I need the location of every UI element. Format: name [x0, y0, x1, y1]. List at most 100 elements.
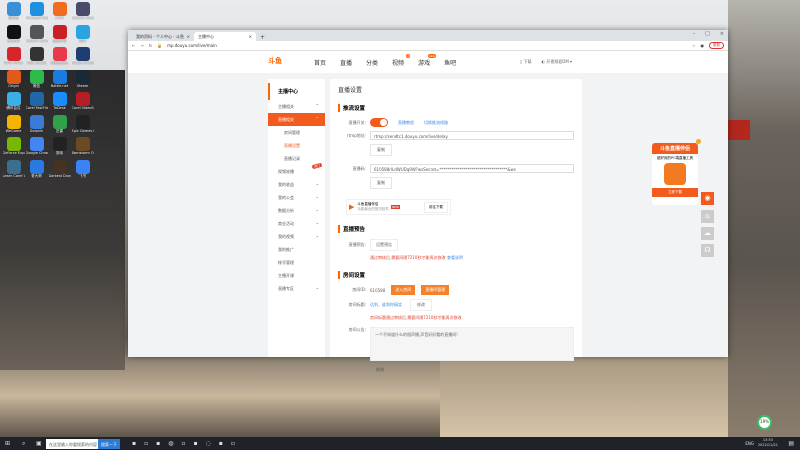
headset-icon[interactable]: ☊	[701, 244, 714, 257]
nav-live[interactable]: 直播	[340, 58, 352, 67]
nav-game[interactable]: 游戏 new	[418, 54, 437, 67]
close-icon[interactable]: ×	[187, 34, 190, 39]
desktop-icon[interactable]: Corel FastFlick	[25, 92, 48, 115]
profile-icon[interactable]: ●	[701, 43, 705, 48]
desktop-icon[interactable]: Corel VideoStudio	[71, 92, 94, 115]
close-window-button[interactable]: ×	[720, 31, 724, 37]
forward-icon[interactable]: →	[140, 43, 143, 48]
nav-home[interactable]: 首页	[314, 58, 326, 67]
sidebar-item-video-loop[interactable]: 视频轮播 热门	[268, 162, 325, 178]
sidebar-item-live[interactable]: 直播相关 ⌃	[268, 113, 325, 126]
reload-icon[interactable]: ↻	[149, 43, 152, 48]
tab-anchor-center[interactable]: 主播中心 ×	[194, 32, 256, 41]
desktop-icon[interactable]: Origin	[2, 69, 25, 93]
taskbar-search-button[interactable]: 搜索一下	[98, 438, 120, 449]
desktop-icon[interactable]: Microsoft Edge	[25, 2, 48, 25]
start-icon[interactable]: ⊞	[5, 440, 10, 447]
desktop-icon[interactable]: 剪映	[48, 137, 71, 160]
user-menu[interactable]: ◐ 开视频君DM ▾	[541, 59, 572, 65]
desktop-icon[interactable]: Adobe Photoshop	[71, 47, 94, 70]
enter-room-button[interactable]: 进入房间	[391, 285, 416, 295]
clock[interactable]: 13:53 2022/11/21	[758, 438, 778, 448]
desktop-icon[interactable]: 2345	[48, 2, 71, 25]
url-input[interactable]: mp.douyu.com/live/main	[167, 43, 687, 48]
set-notice-button[interactable]: 设置预告	[370, 239, 398, 251]
close-icon[interactable]: ×	[249, 34, 252, 39]
modify-title-button[interactable]: 修改	[410, 299, 432, 311]
rtmp-url-field[interactable]: rtmp://sendtc1.douyu.com/live/delay	[370, 131, 574, 140]
desktop-icon[interactable]: Google Chrome	[25, 137, 48, 160]
sidebar-item-account[interactable]: 帐号管理	[268, 256, 325, 269]
live-switch-toggle[interactable]	[370, 118, 388, 127]
star-icon[interactable]: ☆	[692, 43, 696, 48]
nav-video[interactable]: 视频 3	[392, 54, 411, 67]
desktop-icon[interactable]: 腾讯QQ	[2, 24, 25, 48]
douyu-logo[interactable]: 斗鱼	[268, 56, 298, 68]
desktop-icon[interactable]: OBS Studio	[25, 47, 48, 70]
download-companion-button[interactable]: 前往下载	[424, 201, 448, 213]
modify-announce-button[interactable]: 修改	[370, 365, 390, 375]
maximize-button[interactable]: □	[705, 31, 710, 37]
copy-key-button[interactable]: 复制	[370, 177, 392, 189]
sidebar-item-course[interactable]: 主播开课	[268, 269, 325, 282]
download-link[interactable]: ▯ 下载	[520, 59, 531, 65]
desktop-icon[interactable]: WPS Office	[2, 47, 25, 70]
taskbar-search-input[interactable]: 在这里输入你要搜索的内容	[46, 438, 98, 449]
back-icon[interactable]: ←	[132, 43, 135, 48]
sidebar-item-anchor[interactable]: 主播相关 ⌃	[268, 100, 325, 113]
desktop-icon[interactable]: 回收站	[2, 2, 25, 25]
sidebar-item-room-manage[interactable]: 房间管理	[268, 126, 325, 139]
float-download-button[interactable]: 立即下载	[652, 188, 698, 197]
new-tab-button[interactable]: +	[256, 34, 269, 41]
search-icon[interactable]: ⌕	[22, 440, 25, 448]
language-indicator[interactable]: ENG	[745, 441, 754, 446]
minimize-button[interactable]: –	[693, 31, 696, 37]
desktop-icon[interactable]: Darkest Dungeon	[48, 159, 71, 183]
desktop-icon[interactable]: Barnstorm Online	[71, 137, 94, 160]
desktop-icon[interactable]: 迅雷	[48, 114, 71, 138]
desktop-icon[interactable]: Ubisoft Connect	[71, 2, 94, 25]
desktop-icon[interactable]: Dolphin	[25, 114, 48, 138]
desktop-icon[interactable]: 飞书	[71, 159, 94, 183]
main-content: 直播设置 推流设置 直播开关: 直播教程 切换推流线路 rtmp地址: rtmp://…	[330, 79, 582, 372]
sidebar-item-live-settings[interactable]: 直播设置	[268, 139, 325, 152]
sidebar-item-zone[interactable]: 直播专区 ⌄	[268, 282, 325, 295]
room-manage-button[interactable]: 直播间管理	[421, 285, 450, 295]
stream-key-field[interactable]: 610588rlLdWUDq9W?wsSecret=**************…	[370, 164, 574, 173]
live-icon[interactable]: ◉	[701, 192, 714, 205]
announcement-textarea[interactable]: 一个不知道什么的相声播,声音好好看的直播间!	[370, 327, 574, 361]
desktop-icon[interactable]: Steam	[71, 69, 94, 93]
desktop-icon[interactable]: Epic Games Launcher	[71, 114, 94, 138]
tab-profile[interactable]: 我的资料 - 个人中心 - 斗鱼 ×	[132, 32, 194, 41]
switch-line-link[interactable]: 切换推流线路	[424, 120, 448, 126]
notification-icon[interactable]: ▤	[788, 440, 794, 447]
desktop-icon[interactable]: Battle.net	[48, 69, 71, 93]
cloud-icon[interactable]: ☁	[701, 227, 714, 240]
nav-yuba[interactable]: 鱼吧	[444, 58, 456, 67]
desktop-icon[interactable]: 微信	[25, 69, 48, 93]
desktop-icon[interactable]: Learn Corel VideoStudio	[2, 159, 25, 183]
tutorial-link[interactable]: 直播教程	[398, 120, 414, 126]
sidebar-item-guild[interactable]: 我的公会 ⌄	[268, 191, 325, 204]
sidebar-item-data[interactable]: 数据分析 ⌄	[268, 204, 325, 217]
task-view-icon[interactable]: ▣	[36, 440, 42, 447]
desktop-icon[interactable]: 直播伴侣	[48, 24, 71, 48]
sidebar-item-videos[interactable]: 我的视频 ⌄	[268, 230, 325, 243]
home-icon[interactable]: ⌂	[701, 210, 714, 223]
network-speed-widget[interactable]: 19%	[757, 415, 772, 430]
nav-category[interactable]: 分类	[366, 58, 378, 67]
copy-rtmp-button[interactable]: 复制	[370, 144, 392, 156]
update-button[interactable]: 更新	[709, 42, 724, 49]
view-info-link[interactable]: 查看说明	[447, 255, 463, 260]
desktop-icon[interactable]: 网易云音乐	[48, 47, 71, 70]
desktop-icon[interactable]: 鲁大师	[25, 159, 48, 183]
sidebar-item-income[interactable]: 我的收益 ⌄	[268, 178, 325, 191]
sidebar-item-business[interactable]: 商业活动 ⌄	[268, 217, 325, 230]
desktop-icon[interactable]: 腾讯会议	[2, 92, 25, 115]
desktop-icon[interactable]: ToDesk	[48, 92, 71, 115]
desktop-icon[interactable]: 雷神	[71, 24, 94, 48]
desktop-icon[interactable]: GeForce Experience	[2, 137, 25, 160]
desktop-icon[interactable]: Ubisoft Connect	[25, 24, 48, 48]
desktop-icon[interactable]: WeGame	[2, 114, 25, 138]
sidebar-item-promotion[interactable]: 我的推广	[268, 243, 325, 256]
